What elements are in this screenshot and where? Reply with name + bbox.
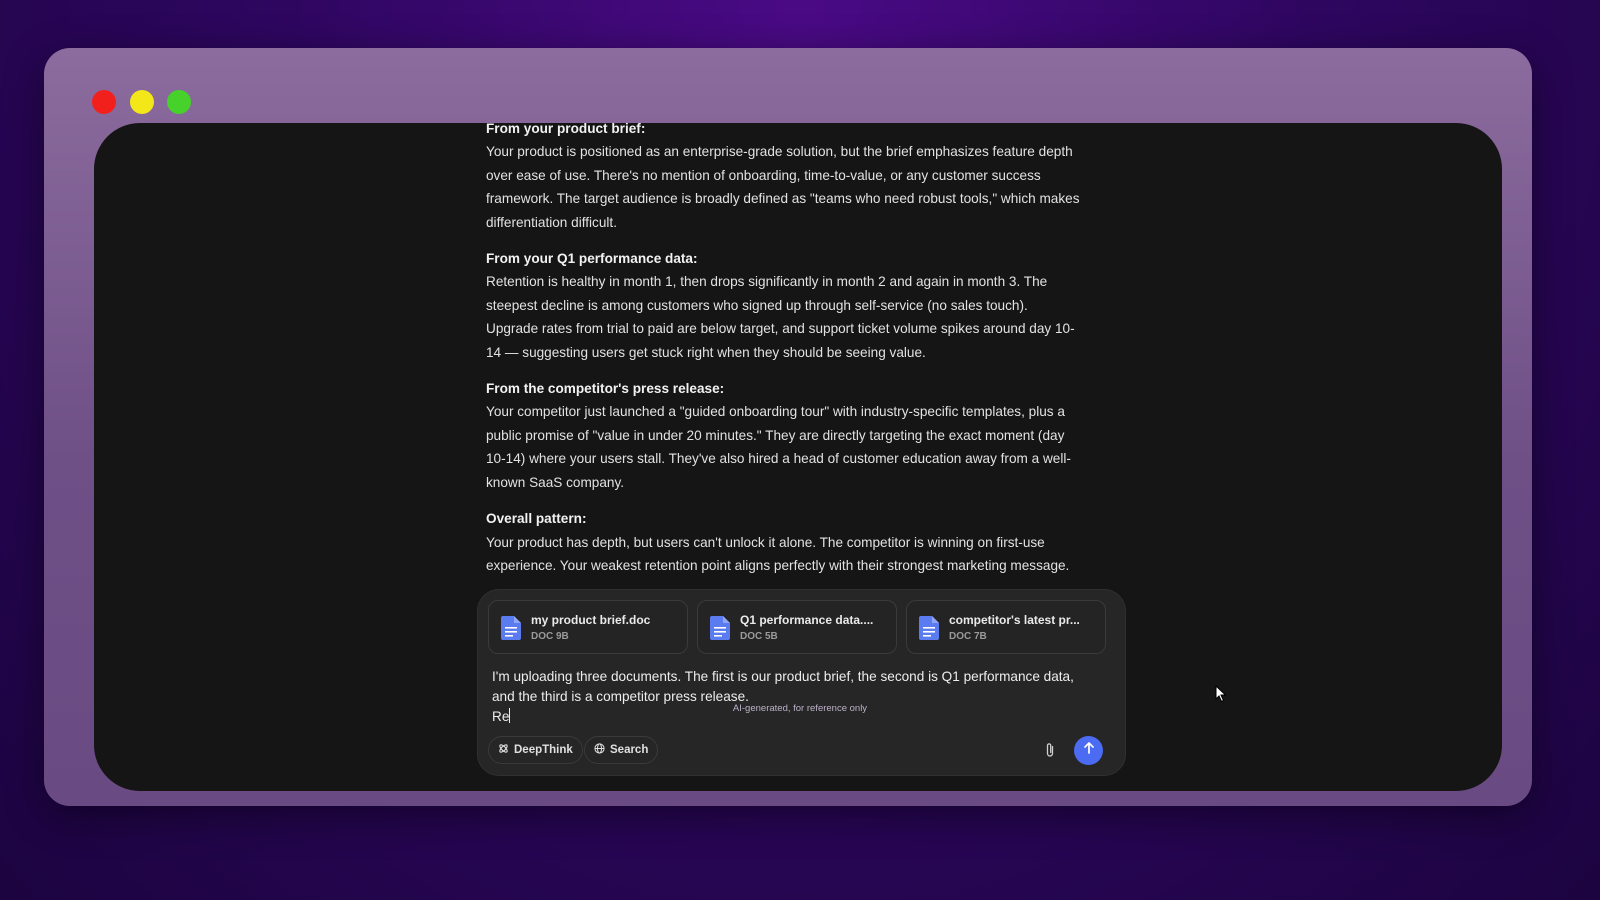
- file-meta: DOC 5B: [740, 631, 778, 642]
- assistant-response: From your product brief: Your product is…: [486, 123, 1126, 590]
- file-card[interactable]: competitor's latest pr... DOC 7B: [906, 600, 1106, 654]
- response-section: Overall pattern: Your product has depth,…: [486, 507, 1126, 577]
- section-line: Retention is healthy in month 1, then dr…: [486, 274, 1048, 290]
- send-button[interactable]: [1074, 736, 1103, 765]
- maximize-window-button[interactable]: [167, 90, 191, 114]
- file-name: competitor's latest pr...: [949, 613, 1080, 627]
- mouse-pointer-icon: [1215, 684, 1227, 708]
- message-line: I'm uploading three documents. The first…: [492, 669, 1074, 684]
- file-card[interactable]: my product brief.doc DOC 9B: [488, 600, 688, 654]
- section-line: Your competitor just launched a "guided …: [486, 404, 1065, 420]
- section-line: over ease of use. There's no mention of …: [486, 167, 1041, 183]
- close-window-button[interactable]: [92, 90, 116, 114]
- section-body: Your competitor just launched a "guided …: [486, 400, 1126, 494]
- file-name: Q1 performance data....: [740, 613, 874, 627]
- document-icon: [919, 616, 939, 640]
- section-line: known SaaS company.: [486, 474, 625, 490]
- section-line: framework. The target audience is broadl…: [486, 191, 1080, 207]
- deepthink-toggle[interactable]: DeepThink: [488, 736, 583, 764]
- section-line: Your product is positioned as an enterpr…: [486, 144, 1073, 160]
- section-title: Overall pattern:: [486, 511, 587, 527]
- file-meta: DOC 9B: [531, 631, 569, 642]
- chat-pane: From your product brief: Your product is…: [94, 123, 1502, 791]
- section-line: public promise of "value in under 20 min…: [486, 427, 1065, 443]
- file-card[interactable]: Q1 performance data.... DOC 5B: [697, 600, 897, 654]
- search-label: Search: [610, 744, 649, 756]
- section-body: Your product has depth, but users can't …: [486, 531, 1126, 578]
- section-line: 14 — suggesting users get stuck right wh…: [486, 344, 926, 360]
- section-line: steepest decline is among customers who …: [486, 297, 1028, 313]
- section-title: From your Q1 performance data:: [486, 251, 698, 267]
- section-title: From the competitor's press release:: [486, 381, 725, 397]
- section-line: 10-14) where your users stall. They've a…: [486, 451, 1071, 467]
- ai-disclaimer: AI-generated, for reference only: [732, 703, 868, 714]
- response-section: From your product brief: Your product is…: [486, 123, 1126, 234]
- document-icon: [710, 616, 730, 640]
- document-icon: [501, 616, 521, 640]
- deepthink-icon: [498, 743, 509, 757]
- message-input[interactable]: I'm uploading three documents. The first…: [492, 667, 1112, 727]
- attached-files: my product brief.doc DOC 9B Q1 performan…: [488, 600, 1106, 654]
- file-name: my product brief.doc: [531, 613, 651, 627]
- section-line: Your product has depth, but users can't …: [486, 534, 1045, 550]
- section-title: From your product brief:: [486, 123, 646, 136]
- search-toggle[interactable]: Search: [584, 736, 659, 764]
- section-body: Retention is healthy in month 1, then dr…: [486, 270, 1126, 364]
- globe-icon: [594, 743, 605, 757]
- section-line: experience. Your weakest retention point…: [486, 557, 1070, 573]
- app-window: From your product brief: Your product is…: [44, 48, 1532, 806]
- response-section: From your Q1 performance data: Retention…: [486, 247, 1126, 364]
- file-meta: DOC 7B: [949, 631, 987, 642]
- response-section: From the competitor's press release: You…: [486, 377, 1126, 494]
- deepthink-label: DeepThink: [514, 744, 573, 756]
- minimize-window-button[interactable]: [130, 90, 154, 114]
- message-composer: my product brief.doc DOC 9B Q1 performan…: [477, 589, 1126, 776]
- paperclip-icon[interactable]: [1042, 741, 1058, 759]
- arrow-up-icon: [1082, 741, 1096, 760]
- section-line: Upgrade rates from trial to paid are bel…: [486, 321, 1075, 337]
- section-line: differentiation difficult.: [486, 214, 617, 230]
- section-body: Your product is positioned as an enterpr…: [486, 140, 1126, 234]
